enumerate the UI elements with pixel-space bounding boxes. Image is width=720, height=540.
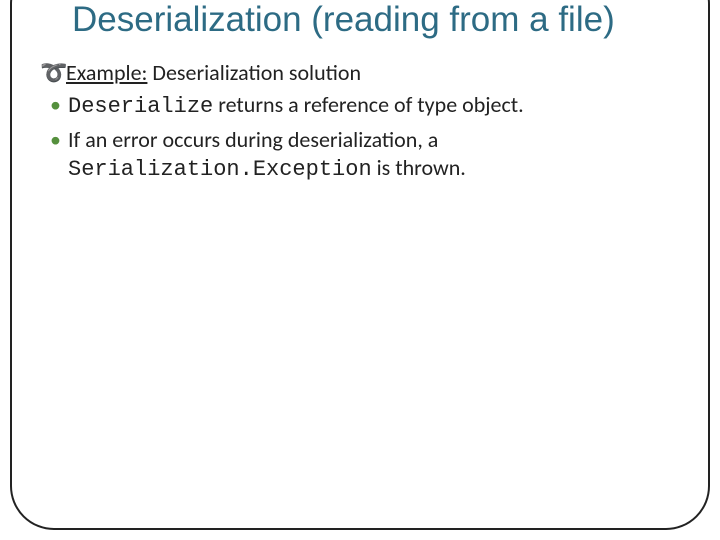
dot-bullet-icon: • [50, 91, 68, 119]
dot-bullet-icon: • [50, 126, 68, 154]
slide: Deserialization (reading from a file) ➰ … [0, 0, 720, 540]
swirl-bullet-icon: ➰ [40, 59, 66, 87]
example-label: Example: [66, 59, 147, 86]
example-rest: Deserialization solution [147, 59, 361, 86]
list-item-text: If an error occurs during deserializatio… [68, 126, 676, 184]
item-post: is thrown. [372, 154, 466, 181]
example-text: Example: Deserialization solution [66, 59, 361, 87]
list-item: • If an error occurs during deserializat… [40, 126, 676, 184]
slide-body: ➰ Example: Deserialization solution • De… [28, 59, 692, 184]
code-text: Serialization.Exception [68, 157, 372, 182]
item-rest: returns a reference of type object. [213, 91, 523, 118]
slide-title: Deserialization (reading from a file) [28, 0, 692, 39]
item-pre: If an error occurs during deserializatio… [68, 126, 438, 153]
example-line: ➰ Example: Deserialization solution [40, 59, 676, 87]
list-item: • Deserialize returns a reference of typ… [40, 91, 676, 121]
code-text: Deserialize [68, 94, 213, 119]
list-item-text: Deserialize returns a reference of type … [68, 91, 524, 121]
